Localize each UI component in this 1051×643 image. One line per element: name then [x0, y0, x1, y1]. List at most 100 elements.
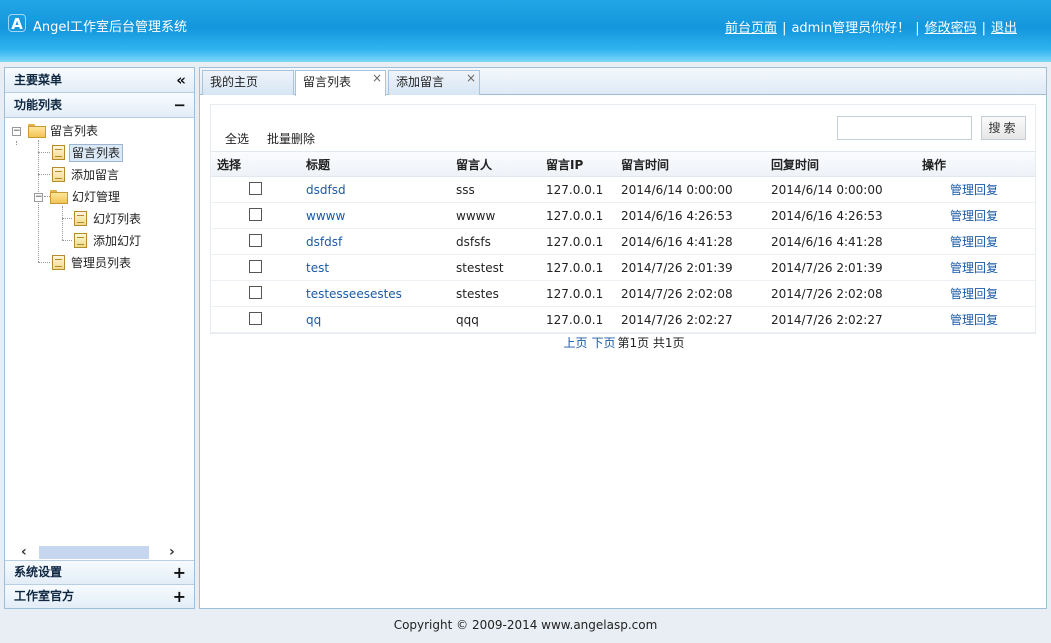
- tree-line: [62, 218, 72, 219]
- close-icon[interactable]: ×: [466, 67, 476, 89]
- message-author: sss: [456, 183, 475, 197]
- row-checkbox[interactable]: [249, 312, 262, 325]
- row-checkbox[interactable]: [249, 234, 262, 247]
- message-time: 2014/7/26 2:02:27: [621, 313, 733, 327]
- separator: |: [981, 21, 986, 36]
- tree-item-add-slide[interactable]: 添加幻灯: [74, 231, 143, 251]
- tab-message-list[interactable]: 留言列表 ×: [295, 70, 386, 96]
- tree-item-label: 幻灯列表: [93, 212, 142, 226]
- tree-item-label: 添加留言: [71, 168, 120, 182]
- manage-reply-link[interactable]: 管理回复: [950, 281, 998, 307]
- app-header: A Angel工作室后台管理系统 前台页面 | admin管理员你好！ | 修改密码 | 退…: [0, 0, 1051, 62]
- select-all-link[interactable]: 全选: [225, 130, 249, 147]
- search-input[interactable]: [837, 116, 972, 140]
- tab-add-message[interactable]: 添加留言 ×: [388, 70, 480, 95]
- page-icon: [52, 145, 65, 160]
- reply-time: 2014/7/26 2:02:27: [771, 313, 883, 327]
- app-title: Angel工作室后台管理系统: [33, 20, 187, 35]
- tree-item-slide-manage[interactable]: 幻灯管理: [50, 187, 122, 207]
- message-list-panel: 全选 批量删除 搜索 选择 标题 留言人 留言IP 留言时间 回复时间 操作 d…: [210, 104, 1036, 334]
- tree-item-slide-list[interactable]: 幻灯列表: [74, 209, 143, 229]
- page-icon: [74, 233, 87, 248]
- pagination: 上页 下页 第1页 共1页: [200, 334, 1046, 351]
- scroll-right-icon[interactable]: ›: [169, 544, 175, 560]
- message-table: 选择 标题 留言人 留言IP 留言时间 回复时间 操作 dsdfsd sss 1…: [211, 151, 1035, 333]
- reply-time: 2014/7/26 2:01:39: [771, 261, 883, 275]
- close-icon[interactable]: ×: [372, 67, 382, 89]
- collapse-icon[interactable]: −: [173, 93, 186, 117]
- row-checkbox[interactable]: [249, 182, 262, 195]
- batch-delete-link[interactable]: 批量删除: [267, 130, 315, 147]
- tree-toggle-icon[interactable]: −: [12, 127, 21, 136]
- message-title-link[interactable]: dsdfsd: [306, 177, 346, 203]
- table-row: qq qqq 127.0.0.1 2014/7/26 2:02:27 2014/…: [211, 307, 1035, 333]
- message-time: 2014/6/14 0:00:00: [621, 183, 733, 197]
- tab-label: 留言列表: [303, 75, 352, 89]
- message-author: stestes: [456, 287, 499, 301]
- front-page-link[interactable]: 前台页面: [725, 21, 777, 36]
- page-info: 第1页 共1页: [617, 336, 685, 350]
- message-ip: 127.0.0.1: [546, 209, 604, 223]
- change-password-link[interactable]: 修改密码: [925, 21, 977, 36]
- manage-reply-link[interactable]: 管理回复: [950, 177, 998, 203]
- separator: |: [782, 21, 787, 36]
- scrollbar-thumb[interactable]: [39, 546, 149, 559]
- collapse-sidebar-icon[interactable]: «: [176, 68, 186, 92]
- tree-item-message-list[interactable]: 留言列表: [52, 143, 124, 163]
- tree-item-add-message[interactable]: 添加留言: [52, 165, 121, 185]
- system-settings-header[interactable]: 系统设置 +: [5, 560, 194, 584]
- manage-reply-link[interactable]: 管理回复: [950, 229, 998, 255]
- table-row: testesseesestes stestes 127.0.0.1 2014/7…: [211, 281, 1035, 307]
- function-list-header[interactable]: 功能列表 −: [5, 93, 194, 118]
- page-icon: [74, 211, 87, 226]
- message-title-link[interactable]: test: [306, 255, 329, 281]
- search-button[interactable]: 搜索: [981, 116, 1026, 140]
- tree-line: [62, 240, 72, 241]
- tree-line: [38, 174, 50, 175]
- logout-link[interactable]: 退出: [991, 21, 1017, 36]
- studio-official-title: 工作室官方: [14, 589, 75, 603]
- expand-icon[interactable]: +: [173, 561, 186, 584]
- horizontal-scrollbar[interactable]: ‹ ›: [5, 544, 194, 560]
- manage-reply-link[interactable]: 管理回复: [950, 203, 998, 229]
- message-author: wwww: [456, 209, 496, 223]
- system-settings-title: 系统设置: [14, 565, 63, 579]
- column-header-title: 标题: [306, 158, 331, 172]
- expand-icon[interactable]: +: [173, 585, 186, 608]
- header-links: 前台页面 | admin管理员你好！ | 修改密码 | 退出: [725, 17, 1017, 36]
- message-title-link[interactable]: wwww: [306, 203, 345, 229]
- message-title-link[interactable]: qq: [306, 307, 321, 333]
- tree-item-admin-list[interactable]: 管理员列表: [52, 253, 133, 273]
- row-checkbox[interactable]: [249, 260, 262, 273]
- greeting-text: admin管理员你好！: [791, 21, 911, 36]
- tree-item-label: 幻灯管理: [72, 190, 121, 204]
- reply-time: 2014/7/26 2:02:08: [771, 287, 883, 301]
- tree-item-label: 管理员列表: [71, 256, 132, 270]
- message-time: 2014/6/16 4:41:28: [621, 235, 733, 249]
- row-checkbox[interactable]: [249, 286, 262, 299]
- message-author: stestest: [456, 261, 504, 275]
- column-header-ip: 留言IP: [546, 158, 584, 172]
- folder-open-icon: [28, 124, 46, 138]
- tree-root-label: 留言列表: [50, 124, 99, 138]
- message-author: dsfsfs: [456, 235, 491, 249]
- column-header-author: 留言人: [456, 158, 493, 172]
- separator: |: [915, 21, 920, 36]
- scroll-left-icon[interactable]: ‹: [21, 544, 27, 560]
- tree-toggle-icon[interactable]: −: [34, 193, 43, 202]
- message-title-link[interactable]: testesseesestes: [306, 281, 402, 307]
- row-checkbox[interactable]: [249, 208, 262, 221]
- next-page-link[interactable]: 下页: [591, 336, 615, 350]
- tab-bar: 我的主页 留言列表 × 添加留言 ×: [200, 68, 1046, 96]
- tree-line: [16, 141, 17, 145]
- tab-home[interactable]: 我的主页: [202, 70, 294, 95]
- message-ip: 127.0.0.1: [546, 261, 604, 275]
- manage-reply-link[interactable]: 管理回复: [950, 255, 998, 281]
- column-header-operation: 操作: [922, 158, 947, 172]
- table-row: test stestest 127.0.0.1 2014/7/26 2:01:3…: [211, 255, 1035, 281]
- manage-reply-link[interactable]: 管理回复: [950, 307, 998, 333]
- tree-root-folder[interactable]: 留言列表: [28, 121, 100, 141]
- message-title-link[interactable]: dsfdsf: [306, 229, 342, 255]
- prev-page-link[interactable]: 上页: [563, 336, 587, 350]
- studio-official-header[interactable]: 工作室官方 +: [5, 584, 194, 608]
